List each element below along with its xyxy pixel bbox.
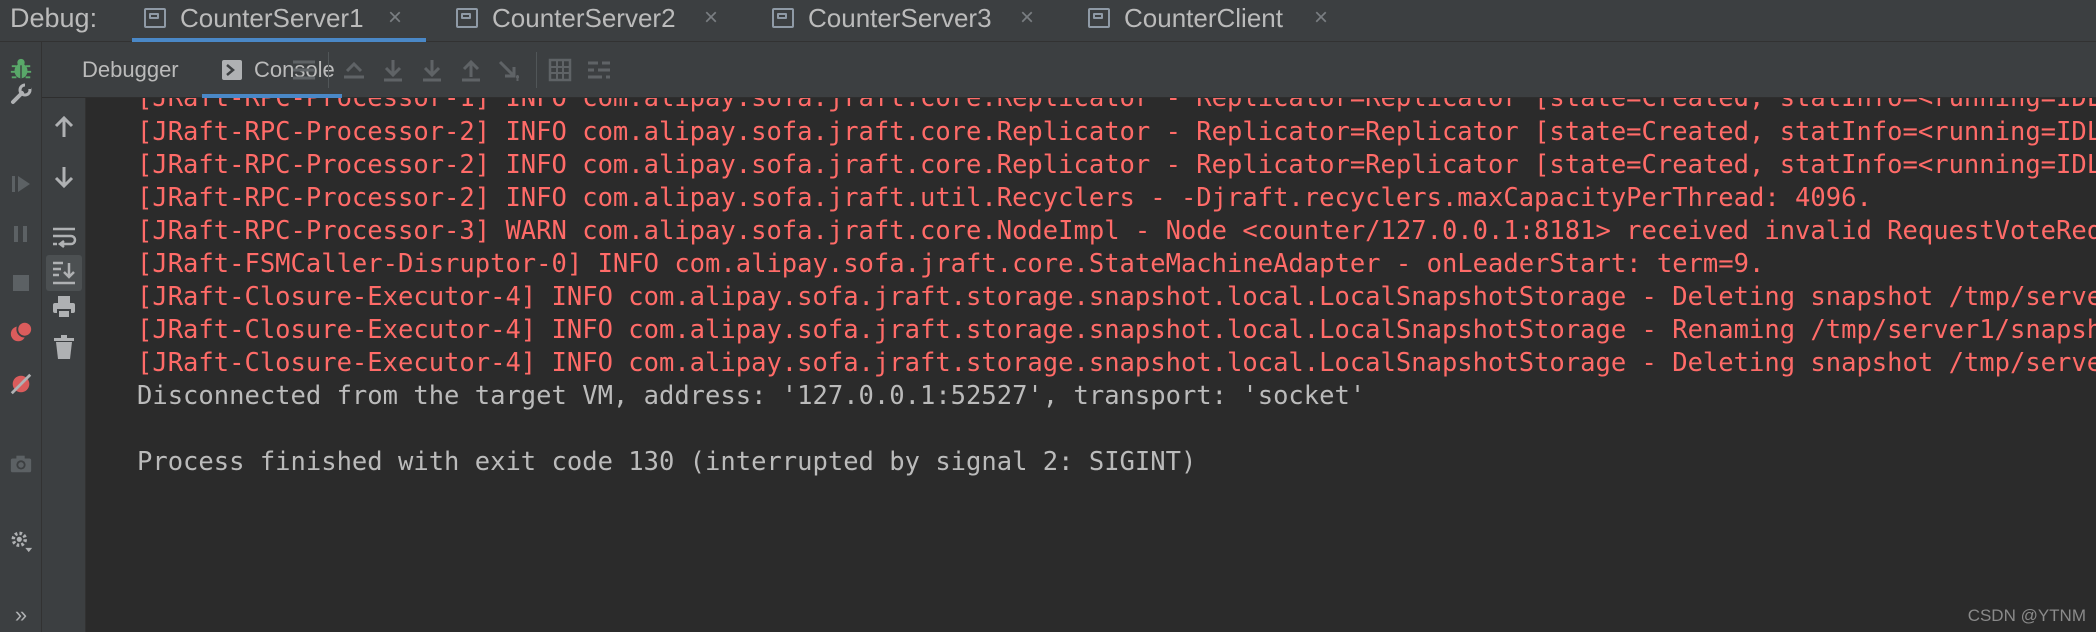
console-icon xyxy=(222,60,242,80)
run-config-icon xyxy=(1088,8,1110,28)
evaluate-expression-icon[interactable] xyxy=(546,56,574,84)
tab-counterserver2[interactable]: CounterServer2 × xyxy=(456,0,726,42)
console-line: [JRaft-FSMCaller-Disruptor-0] INFO com.a… xyxy=(137,249,1765,279)
tab-counterclient[interactable]: CounterClient × xyxy=(1088,0,1338,42)
console-line: Process finished with exit code 130 (int… xyxy=(137,447,1197,477)
wrench-icon[interactable] xyxy=(9,82,33,106)
scroll-to-end-icon[interactable] xyxy=(46,255,82,291)
up-arrow-icon[interactable] xyxy=(49,112,79,142)
down-arrow-icon[interactable] xyxy=(49,162,79,192)
console-line: [JRaft-Closure-Executor-4] INFO com.alip… xyxy=(137,315,2096,345)
bug-icon[interactable] xyxy=(9,57,33,81)
tab-counterserver3[interactable]: CounterServer3 × xyxy=(772,0,1042,42)
console-line: [JRaft-Closure-Executor-4] INFO com.alip… xyxy=(137,348,2096,378)
console-line: [JRaft-RPC-Processor-2] INFO com.alipay.… xyxy=(137,183,1872,213)
close-icon[interactable]: × xyxy=(1314,4,1328,32)
run-config-icon xyxy=(772,8,794,28)
watermark: CSDN @YTNM xyxy=(1967,606,2086,625)
stop-icon[interactable] xyxy=(9,271,33,295)
tab-console[interactable]: Console xyxy=(202,42,342,98)
tab-debugger[interactable]: Debugger xyxy=(42,42,182,98)
print-icon[interactable] xyxy=(49,292,79,322)
debug-toolbar: Debugger Console xyxy=(42,42,2096,98)
mute-breakpoints-icon[interactable] xyxy=(9,372,33,396)
show-execution-point-icon[interactable] xyxy=(340,56,368,84)
pause-icon[interactable] xyxy=(9,222,33,246)
console-line: [JRaft-RPC-Processor-2] INFO com.alipay.… xyxy=(137,117,2096,147)
layout-menu-icon[interactable] xyxy=(290,56,318,84)
camera-icon[interactable] xyxy=(9,452,33,476)
run-to-cursor-icon[interactable] xyxy=(496,56,524,84)
close-icon[interactable]: × xyxy=(388,4,402,32)
console-output[interactable]: [JRaft-RPC-Processor-1] INFO com.alipay.… xyxy=(86,98,2096,632)
trace-current-stream-icon[interactable] xyxy=(585,56,613,84)
debug-tab-bar: Debug: CounterServer1 × CounterServer2 ×… xyxy=(0,0,2096,42)
step-over-icon[interactable] xyxy=(379,56,407,84)
breakpoints-icon[interactable] xyxy=(9,320,33,344)
console-line: Disconnected from the target VM, address… xyxy=(137,381,1366,411)
tab-label: CounterClient xyxy=(1124,3,1283,33)
tab-label: Debugger xyxy=(82,57,179,82)
debug-label: Debug: xyxy=(10,3,98,33)
console-line: [JRaft-RPC-Processor-3] WARN com.alipay.… xyxy=(137,216,2096,246)
debug-side-toolbar: » xyxy=(0,42,42,632)
step-into-icon[interactable] xyxy=(418,56,446,84)
more-icon[interactable]: » xyxy=(9,603,33,627)
console-line: [JRaft-RPC-Processor-1] INFO com.alipay.… xyxy=(137,98,2096,113)
run-config-icon xyxy=(456,8,478,28)
close-icon[interactable]: × xyxy=(704,4,718,32)
tab-label: CounterServer1 xyxy=(180,3,364,33)
settings-icon[interactable] xyxy=(9,529,33,553)
trash-icon[interactable] xyxy=(49,332,79,362)
console-line: [JRaft-RPC-Processor-2] INFO com.alipay.… xyxy=(137,150,2096,180)
tab-label: CounterServer2 xyxy=(492,3,676,33)
console-line: [JRaft-Closure-Executor-4] INFO com.alip… xyxy=(137,282,2096,312)
console-side-toolbar xyxy=(42,98,86,632)
toolbar-separator xyxy=(536,52,537,88)
toolbar-separator xyxy=(328,52,329,88)
tab-counterserver1[interactable]: CounterServer1 × xyxy=(132,0,426,42)
resume-icon[interactable] xyxy=(9,172,33,196)
run-config-icon xyxy=(144,8,166,28)
close-icon[interactable]: × xyxy=(1020,4,1034,32)
soft-wrap-icon[interactable] xyxy=(49,222,79,252)
tab-label: CounterServer3 xyxy=(808,3,992,33)
step-out-icon[interactable] xyxy=(457,56,485,84)
